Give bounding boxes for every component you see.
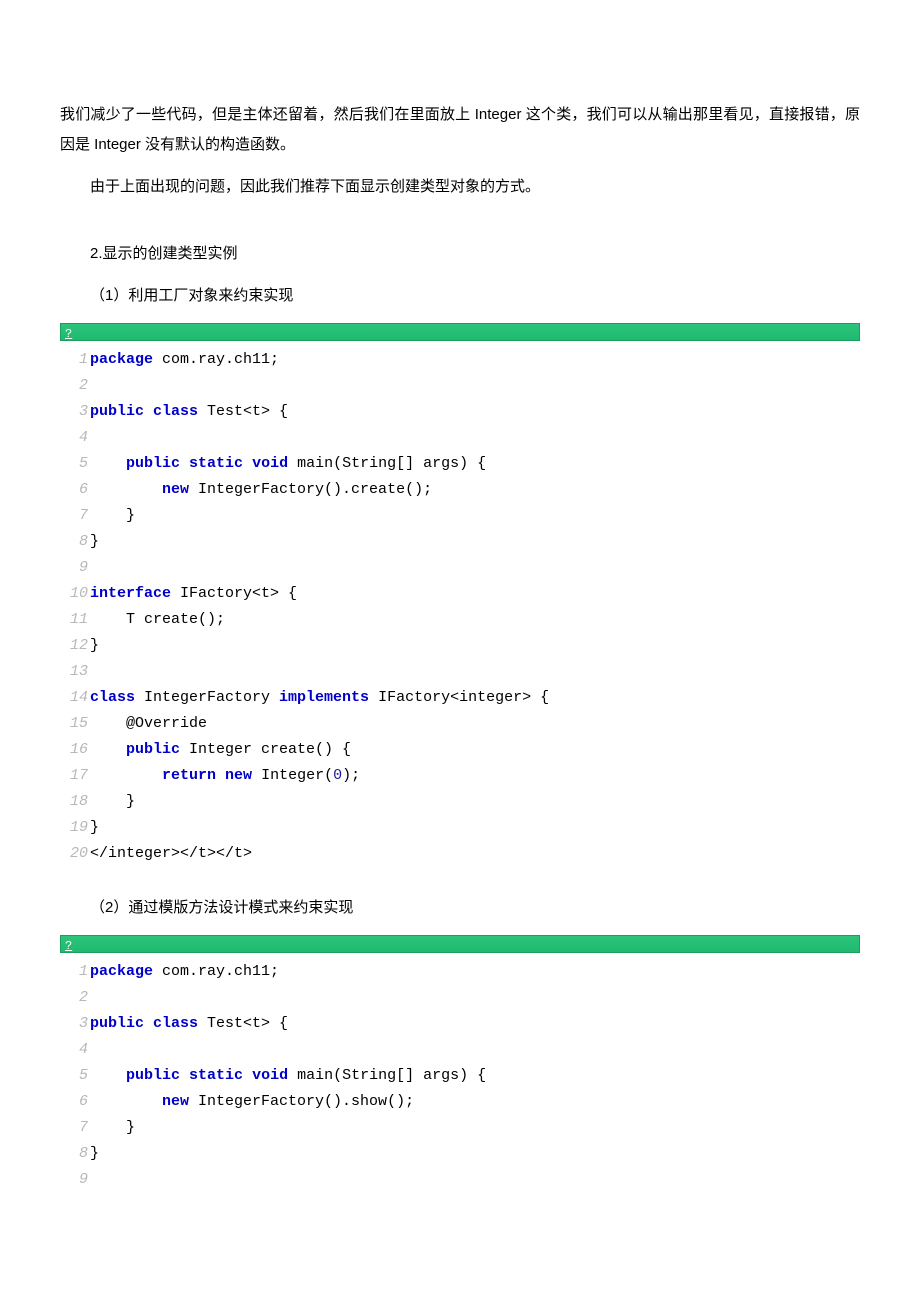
line-number: 12 (60, 633, 90, 659)
code-text: </integer></t></t> (90, 841, 252, 867)
code-line: 9 (60, 555, 860, 581)
code-text: } (90, 529, 99, 555)
page-content: 我们减少了一些代码，但是主体还留着，然后我们在里面放上 Integer 这个类，… (0, 0, 920, 1259)
code-text: package com.ray.ch11; (90, 959, 279, 985)
code-block-2: ? 1package com.ray.ch11;23public class T… (60, 935, 860, 1199)
code-line: 7 } (60, 503, 860, 529)
line-number: 20 (60, 841, 90, 867)
code-text: } (90, 1141, 99, 1167)
code-header: ? (60, 935, 860, 953)
code-line: 5 public static void main(String[] args)… (60, 1063, 860, 1089)
code-line: 1package com.ray.ch11; (60, 959, 860, 985)
code-text: class IntegerFactory implements IFactory… (90, 685, 549, 711)
code-text: } (90, 815, 99, 841)
code-body-2: 1package com.ray.ch11;23public class Tes… (60, 953, 860, 1199)
code-line: 13 (60, 659, 860, 685)
code-line: 19} (60, 815, 860, 841)
line-number: 10 (60, 581, 90, 607)
line-number: 5 (60, 1063, 90, 1089)
code-help-link[interactable]: ? (65, 939, 72, 953)
line-number: 7 (60, 503, 90, 529)
code-text: return new Integer(0); (90, 763, 360, 789)
line-number: 6 (60, 477, 90, 503)
line-number: 2 (60, 373, 90, 399)
code-line: 15 @Override (60, 711, 860, 737)
code-line: 8} (60, 529, 860, 555)
code-line: 3public class Test<t> { (60, 1011, 860, 1037)
code-text: new IntegerFactory().create(); (90, 477, 432, 503)
code-body-1: 1package com.ray.ch11;23public class Tes… (60, 341, 860, 873)
line-number: 11 (60, 607, 90, 633)
code-line: 7 } (60, 1115, 860, 1141)
code-line: 14class IntegerFactory implements IFacto… (60, 685, 860, 711)
code-line: 11 T create(); (60, 607, 860, 633)
code-text: } (90, 503, 135, 529)
line-number: 17 (60, 763, 90, 789)
code-text: } (90, 633, 99, 659)
line-number: 4 (60, 425, 90, 451)
line-number: 6 (60, 1089, 90, 1115)
code-line: 20</integer></t></t> (60, 841, 860, 867)
code-line: 4 (60, 1037, 860, 1063)
code-text: T create(); (90, 607, 225, 633)
paragraph-2: 由于上面出现的问题，因此我们推荐下面显示创建类型对象的方式。 (60, 172, 860, 202)
code-text: new IntegerFactory().show(); (90, 1089, 414, 1115)
line-number: 9 (60, 555, 90, 581)
code-header: ? (60, 323, 860, 341)
line-number: 9 (60, 1167, 90, 1193)
code-text: } (90, 1115, 135, 1141)
line-number: 13 (60, 659, 90, 685)
code-line: 17 return new Integer(0); (60, 763, 860, 789)
code-line: 8} (60, 1141, 860, 1167)
code-line: 9 (60, 1167, 860, 1193)
line-number: 8 (60, 1141, 90, 1167)
line-number: 8 (60, 529, 90, 555)
code-line: 16 public Integer create() { (60, 737, 860, 763)
code-line: 6 new IntegerFactory().create(); (60, 477, 860, 503)
line-number: 7 (60, 1115, 90, 1141)
section-heading-2: 2.显示的创建类型实例 (60, 239, 860, 269)
code-text: public class Test<t> { (90, 399, 288, 425)
code-text: } (90, 789, 135, 815)
line-number: 1 (60, 959, 90, 985)
paragraph-1: 我们减少了一些代码，但是主体还留着，然后我们在里面放上 Integer 这个类，… (60, 100, 860, 160)
code-block-1: ? 1package com.ray.ch11;23public class T… (60, 323, 860, 873)
code-line: 2 (60, 373, 860, 399)
code-line: 1package com.ray.ch11; (60, 347, 860, 373)
line-number: 2 (60, 985, 90, 1011)
subsection-2: （2）通过模版方法设计模式来约束实现 (60, 893, 860, 923)
code-line: 5 public static void main(String[] args)… (60, 451, 860, 477)
line-number: 3 (60, 399, 90, 425)
code-line: 3public class Test<t> { (60, 399, 860, 425)
line-number: 16 (60, 737, 90, 763)
line-number: 3 (60, 1011, 90, 1037)
subsection-1: （1）利用工厂对象来约束实现 (60, 281, 860, 311)
line-number: 1 (60, 347, 90, 373)
code-line: 2 (60, 985, 860, 1011)
code-line: 4 (60, 425, 860, 451)
line-number: 19 (60, 815, 90, 841)
line-number: 4 (60, 1037, 90, 1063)
code-text: public Integer create() { (90, 737, 351, 763)
code-line: 6 new IntegerFactory().show(); (60, 1089, 860, 1115)
code-line: 10interface IFactory<t> { (60, 581, 860, 607)
code-text: public class Test<t> { (90, 1011, 288, 1037)
spacer (60, 214, 860, 239)
code-text: package com.ray.ch11; (90, 347, 279, 373)
code-text: public static void main(String[] args) { (90, 1063, 486, 1089)
line-number: 5 (60, 451, 90, 477)
code-text: @Override (90, 711, 207, 737)
code-line: 12} (60, 633, 860, 659)
line-number: 15 (60, 711, 90, 737)
code-text: public static void main(String[] args) { (90, 451, 486, 477)
code-help-link[interactable]: ? (65, 327, 72, 341)
code-text: interface IFactory<t> { (90, 581, 297, 607)
code-line: 18 } (60, 789, 860, 815)
line-number: 14 (60, 685, 90, 711)
line-number: 18 (60, 789, 90, 815)
